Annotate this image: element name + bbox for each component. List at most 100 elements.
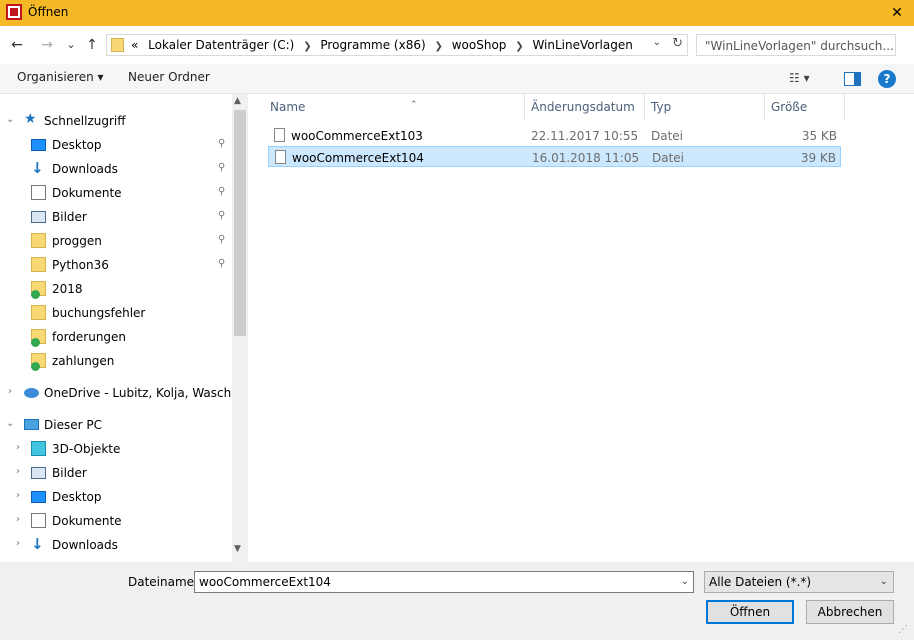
pin-icon: ⚲	[218, 138, 226, 149]
downloads-icon: ↓	[31, 159, 44, 177]
up-arrow-icon[interactable]: ↑	[83, 36, 101, 54]
scroll-down-icon[interactable]: ▼	[234, 544, 241, 554]
file-row[interactable]: wooCommerceExt103 22.11.2017 10:55 Datei…	[268, 125, 841, 146]
nav-item-label: Desktop	[52, 490, 102, 504]
nav-item-zahlungen[interactable]: zahlungen	[0, 350, 232, 372]
title-bar: Öffnen ✕	[0, 0, 914, 26]
refresh-icon[interactable]: ↻	[672, 36, 683, 51]
breadcrumb-overflow[interactable]: «	[131, 38, 138, 52]
folder-icon	[31, 305, 46, 320]
nav-item-label: Dieser PC	[44, 418, 102, 432]
file-date: 16.01.2018 11:05	[532, 151, 640, 165]
open-button[interactable]: Öffnen	[706, 600, 794, 624]
nav-item-proggen[interactable]: proggen ⚲	[0, 230, 232, 252]
nav-item-pictures[interactable]: Bilder ⚲	[0, 206, 232, 228]
forward-arrow-icon[interactable]: →	[38, 36, 56, 54]
nav-item-quick-access[interactable]: ⌄ ★ Schnellzugriff	[0, 110, 232, 132]
navigation-bar: ← → ⌄ ↑ « Lokaler Datenträger (C:) ❯ Pro…	[0, 26, 914, 64]
column-header-name[interactable]: Name ⌃	[268, 94, 524, 120]
dialog-footer: Dateiname: wooCommerceExt104 ⌄ Alle Date…	[0, 562, 914, 640]
nav-item-downloads[interactable]: ↓ Downloads ⚲	[0, 158, 232, 180]
breadcrumb-item-wooshop[interactable]: wooShop	[452, 38, 507, 52]
cancel-button[interactable]: Abbrechen	[806, 600, 894, 624]
expand-icon[interactable]: ›	[16, 538, 20, 549]
file-icon	[274, 128, 285, 142]
chevron-right-icon[interactable]: ❯	[515, 41, 523, 52]
documents-icon	[31, 185, 46, 200]
column-divider[interactable]	[844, 94, 845, 120]
nav-item-label: Downloads	[52, 538, 118, 552]
view-options-icon[interactable]: ☷ ▾	[789, 71, 810, 85]
column-header-date[interactable]: Änderungsdatum	[525, 94, 644, 120]
address-bar[interactable]: « Lokaler Datenträger (C:) ❯ Programme (…	[106, 34, 688, 56]
expand-icon[interactable]: ›	[16, 514, 20, 525]
nav-item-pc-documents[interactable]: › Dokumente	[0, 510, 232, 532]
nav-item-pc-downloads[interactable]: › ↓ Downloads	[0, 534, 232, 556]
desktop-icon	[31, 491, 46, 503]
nav-item-label: forderungen	[52, 330, 127, 344]
nav-item-2018[interactable]: 2018	[0, 278, 232, 300]
collapse-icon[interactable]: ⌄	[6, 418, 14, 429]
nav-item-forderungen[interactable]: forderungen	[0, 326, 232, 348]
search-input[interactable]: "WinLineVorlagen" durchsuch...	[696, 34, 896, 56]
help-icon[interactable]: ?	[878, 70, 896, 88]
nav-item-3d-objects[interactable]: › 3D-Objekte	[0, 438, 232, 460]
command-bar: Organisieren ▾ Neuer Ordner ☷ ▾ ?	[0, 64, 914, 94]
back-arrow-icon[interactable]: ←	[8, 36, 26, 54]
close-button[interactable]: ✕	[880, 0, 914, 26]
expand-icon[interactable]: ›	[16, 490, 20, 501]
breadcrumb: « Lokaler Datenträger (C:) ❯ Programme (…	[131, 38, 633, 52]
chevron-right-icon[interactable]: ❯	[303, 41, 311, 52]
chevron-down-icon[interactable]: ⌄	[653, 37, 661, 48]
chevron-down-icon[interactable]: ⌄	[681, 576, 689, 587]
column-header-label: Typ	[651, 100, 672, 114]
nav-item-label: 3D-Objekte	[52, 442, 121, 456]
pin-icon: ⚲	[218, 258, 226, 269]
column-header-type[interactable]: Typ	[645, 94, 764, 120]
file-size: 35 KB	[801, 129, 837, 143]
nav-item-documents[interactable]: Dokumente ⚲	[0, 182, 232, 204]
resize-grip-icon[interactable]: ⋰	[898, 624, 908, 635]
filename-input[interactable]: wooCommerceExt104 ⌄	[194, 571, 694, 593]
preview-pane-icon[interactable]	[844, 72, 861, 86]
chevron-down-icon[interactable]: ⌄	[880, 576, 888, 587]
folder-icon	[111, 38, 124, 52]
nav-item-pc-pictures[interactable]: › Bilder	[0, 462, 232, 484]
nav-item-pc-desktop[interactable]: › Desktop	[0, 486, 232, 508]
breadcrumb-item-c-drive[interactable]: Lokaler Datenträger (C:)	[148, 38, 294, 52]
file-type-filter[interactable]: Alle Dateien (*.*) ⌄	[704, 571, 894, 593]
nav-item-buchungsfehler[interactable]: buchungsfehler	[0, 302, 232, 324]
file-row-selected[interactable]: wooCommerceExt104 16.01.2018 11:05 Datei…	[268, 146, 841, 167]
breadcrumb-item-programme[interactable]: Programme (x86)	[320, 38, 425, 52]
sync-check-icon	[31, 362, 40, 371]
breadcrumb-item-winlinevorlagen[interactable]: WinLineVorlagen	[532, 38, 632, 52]
filter-value: Alle Dateien (*.*)	[709, 575, 812, 589]
expand-icon[interactable]: ›	[16, 442, 20, 453]
scrollbar-thumb[interactable]	[234, 110, 246, 336]
app-icon	[6, 4, 22, 20]
file-list: Name ⌃ Änderungsdatum Typ Größe wooComme…	[248, 94, 914, 562]
expand-icon[interactable]: ›	[8, 386, 12, 397]
scroll-up-icon[interactable]: ▲	[234, 96, 241, 106]
new-folder-button[interactable]: Neuer Ordner	[128, 70, 210, 84]
nav-item-onedrive[interactable]: › OneDrive - Lubitz, Kolja, Waschkau,	[0, 382, 248, 404]
nav-item-this-pc[interactable]: ⌄ Dieser PC	[0, 414, 232, 436]
pictures-icon	[31, 211, 46, 223]
file-type: Datei	[651, 129, 684, 143]
nav-item-desktop[interactable]: Desktop ⚲	[0, 134, 232, 156]
collapse-icon[interactable]: ⌄	[6, 114, 14, 125]
nav-item-label: buchungsfehler	[52, 306, 146, 320]
column-header-label: Änderungsdatum	[531, 100, 635, 114]
organize-button[interactable]: Organisieren ▾	[17, 70, 104, 84]
nav-scrollbar[interactable]: ▲ ▼	[232, 94, 248, 562]
file-name: wooCommerceExt104	[292, 151, 424, 165]
expand-icon[interactable]: ›	[16, 466, 20, 477]
file-type: Datei	[652, 151, 685, 165]
chevron-right-icon[interactable]: ❯	[435, 41, 443, 52]
nav-item-python36[interactable]: Python36 ⚲	[0, 254, 232, 276]
column-header-size[interactable]: Größe	[765, 94, 844, 120]
nav-item-label: Python36	[52, 258, 109, 272]
recent-locations-icon[interactable]: ⌄	[62, 36, 80, 54]
search-placeholder: "WinLineVorlagen" durchsuch...	[705, 39, 894, 53]
filename-label: Dateiname:	[128, 575, 199, 589]
